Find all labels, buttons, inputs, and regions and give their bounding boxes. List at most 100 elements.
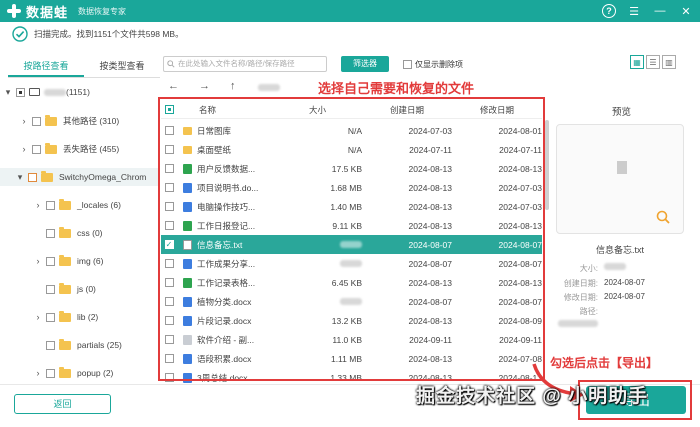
preview-meta-size: 大小: [560,263,690,275]
tree-item-img[interactable]: › img (6) [34,253,159,269]
collapsed-chevron-icon[interactable]: › [34,368,42,378]
help-icon[interactable]: ? [602,4,616,18]
tree-item-locales[interactable]: › _locales (6) [34,197,159,213]
collapsed-chevron-icon[interactable]: › [34,200,42,210]
folder-tree: ▾ (1151) › 其他路径 (310) › 丢失路径 (455) ▾ Swi… [0,80,160,380]
file-list-highlight [158,97,545,381]
tree-item-label: js (0) [77,284,96,294]
tree-item-label: lib (2) [77,312,99,322]
folder-icon [45,114,57,126]
logo-cross-icon [6,3,22,19]
folder-icon [45,142,57,154]
folder-icon [59,254,71,266]
expanded-chevron-icon[interactable]: ▾ [4,87,12,98]
tree-checkbox[interactable] [46,368,55,378]
preview-title: 预览 [612,107,632,118]
title-bar: 数据蛙 数据恢复专家 ? ☰ — ✕ [0,0,700,22]
back-arrow-icon[interactable]: ← [168,80,179,92]
tree-checkbox[interactable] [46,228,55,238]
folder-icon [59,226,71,238]
app-logo: 数据蛙 数据恢复专家 [6,2,126,21]
collapsed-chevron-icon[interactable]: › [34,256,42,266]
tree-item-js[interactable]: js (0) [34,281,159,297]
filter-button[interactable]: 筛选器 [341,56,389,72]
deleted-only-label: 仅显示删除项 [415,59,463,69]
tree-checkbox[interactable] [32,116,41,126]
tree-item-label: img (6) [77,256,104,266]
menu-icon[interactable]: ☰ [626,3,642,19]
minimize-icon[interactable]: — [652,3,668,19]
text-file-icon [617,161,627,174]
tree-item-label: _locales (6) [77,200,121,210]
folder-icon [59,338,71,350]
tree-item-label: 丢失路径 (455) [63,144,120,154]
collapsed-chevron-icon[interactable]: › [34,312,42,322]
app-subtitle: 数据恢复专家 [78,6,127,16]
watermark-text: 掘金技术社区 @ 小明助手 [416,386,649,407]
check-circle-icon [12,26,28,42]
window-controls: ? ☰ — ✕ [602,3,694,19]
tree-item-lib[interactable]: › lib (2) [34,309,159,325]
current-path-redacted [258,84,280,91]
tree-checkbox[interactable] [46,200,55,210]
drive-icon [29,88,40,96]
tree-item-label: 其他路径 (310) [63,116,120,126]
grid-view-icon[interactable]: ▦ [630,55,644,69]
back-button[interactable]: 返回 [14,394,111,414]
list-view-icon[interactable]: ☰ [646,55,660,69]
collapsed-chevron-icon[interactable]: › [20,144,28,154]
tree-checkbox[interactable] [32,144,41,154]
view-mode-switch: ▦ ☰ ▥ [630,55,676,69]
deleted-only-toggle[interactable]: 仅显示删除项 [403,56,463,72]
detail-view-icon[interactable]: ▥ [662,55,676,69]
tree-item-label: css (0) [77,228,103,238]
folder-icon [59,366,71,378]
tree-item-other-paths[interactable]: › 其他路径 (310) [20,113,159,129]
folder-icon [59,310,71,322]
folder-icon [59,198,71,210]
tab-by-type[interactable]: 按类型查看 [84,56,160,77]
tree-item-switchyomega[interactable]: ▾ SwitchyOmega_Chrom [0,168,160,186]
collapsed-chevron-icon[interactable]: › [20,116,28,126]
zoom-icon[interactable] [656,210,670,224]
tree-checkbox[interactable] [46,340,55,350]
tree-item-css[interactable]: css (0) [34,225,159,241]
forward-arrow-icon[interactable]: → [199,80,210,92]
tab-by-path[interactable]: 按路径查看 [8,56,84,77]
tree-item-lost-paths[interactable]: › 丢失路径 (455) [20,141,159,157]
deleted-only-checkbox[interactable] [403,59,412,69]
preview-meta-path: 路径: [579,307,598,316]
tree-item-drive[interactable]: ▾ (1151) [4,84,159,100]
up-arrow-icon[interactable]: ↑ [230,80,236,92]
tree-checkbox[interactable] [16,87,25,97]
search-placeholder: 在此处输入文件名称/路径/保存路径 [178,59,295,68]
tree-item-popup[interactable]: › popup (2) [34,365,159,380]
tree-checkbox[interactable] [46,256,55,266]
folder-icon [59,282,71,294]
drive-name-redacted [44,88,66,96]
tree-checkbox[interactable] [46,312,55,322]
tree-checkbox[interactable] [28,172,37,182]
select-files-annotation: 选择自己需要和恢复的文件 [318,81,475,96]
scan-status-text: 扫描完成。找到1151个文件共598 MB。 [34,29,184,39]
tree-item-label: (1151) [66,87,90,97]
file-table-scrollbar[interactable] [545,120,549,210]
preview-meta-created: 创建日期: 2024-08-07 [563,278,645,288]
path-value-redacted [558,320,598,327]
tree-item-label: SwitchyOmega_Chrom [59,172,147,182]
preview-file-name: 信息备忘.txt [596,245,645,255]
view-tabs: 按路径查看 按类型查看 [8,56,160,78]
tree-item-partials[interactable]: partials (25) [34,337,159,353]
search-icon [167,60,175,68]
folder-icon [41,170,53,182]
path-navigation: ← → ↑ [168,80,236,92]
tree-item-label: partials (25) [77,340,122,350]
tree-checkbox[interactable] [46,284,55,294]
preview-meta-modified: 修改日期: 2024-08-07 [563,292,645,302]
tree-item-label: popup (2) [77,368,114,378]
search-input[interactable]: 在此处输入文件名称/路径/保存路径 [163,56,327,72]
app-name: 数据蛙 [26,4,69,20]
expanded-chevron-icon[interactable]: ▾ [16,172,24,183]
scan-status: 扫描完成。找到1151个文件共598 MB。 [12,26,184,42]
close-icon[interactable]: ✕ [678,3,694,19]
